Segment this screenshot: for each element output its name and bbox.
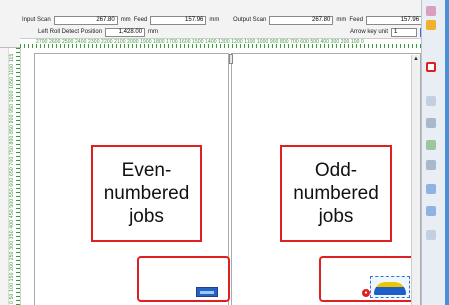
input-size-row: Input Scan 267.80 mm Feed 157.96 mm	[22, 14, 219, 26]
scroll-up-icon[interactable]: ▲	[412, 55, 420, 63]
input-feed-field[interactable]: 157.96	[150, 15, 207, 25]
output-size-row: Output Scan 267.80 mm Feed 157.96 mm	[233, 14, 435, 26]
arrow-key-label: Arrow key unit	[350, 29, 389, 35]
output-scan-unit: mm	[336, 17, 347, 23]
print-icon[interactable]	[426, 96, 436, 106]
vertical-scrollbar[interactable]: ▲	[411, 55, 420, 305]
left-roll-unit: mm	[148, 29, 159, 35]
left-roll-field[interactable]: 1,428.00	[105, 27, 146, 37]
arrow-key-select[interactable]: 1	[391, 27, 418, 37]
input-feed-label: Feed	[133, 17, 148, 23]
output-scan-label: Output Scan	[233, 17, 267, 23]
zoom-tool-icon[interactable]	[426, 62, 436, 72]
input-scan-unit: mm	[120, 17, 131, 23]
layout-tool-icon[interactable]	[426, 140, 436, 150]
odd-label-line-1: Odd-	[314, 160, 358, 181]
rotate-left-icon[interactable]	[426, 184, 436, 194]
even-job-highlight	[137, 256, 230, 302]
even-label-line-1: Even-	[121, 160, 172, 181]
odd-label-line-2: numbered	[293, 183, 379, 204]
input-scan-label: Input Scan	[22, 17, 51, 23]
left-roll-row: Left Roll Detect Position 1,428.00 mm	[38, 27, 158, 37]
output-feed-label: Feed	[349, 17, 364, 23]
even-label-line-2: numbered	[103, 183, 190, 204]
even-jobs-callout: Even- numbered jobs	[91, 145, 202, 242]
horizontal-ruler: 2700 2600 2500 2400 2300 2200 2100 2000 …	[20, 38, 421, 48]
settings-icon[interactable]	[426, 118, 436, 128]
vertical-ruler-ticks	[16, 48, 20, 305]
odd-job-highlight	[319, 256, 415, 302]
output-scan-field[interactable]: 267.80	[269, 15, 334, 25]
grid-tool-icon[interactable]	[426, 230, 436, 240]
vertical-ruler: 0 50 100 150 200 250 300 350 400 450 500…	[9, 48, 21, 305]
left-gutter	[0, 48, 9, 305]
rotate-right-icon[interactable]	[426, 206, 436, 216]
vertical-ruler-labels: 0 50 100 150 200 250 300 350 400 450 500…	[9, 54, 15, 304]
input-feed-unit: mm	[209, 17, 220, 23]
odd-label-line-3: jobs	[318, 206, 354, 227]
left-roll-label: Left Roll Detect Position	[38, 29, 103, 35]
pane-divider-handle[interactable]	[229, 54, 233, 64]
toolbar-edge	[445, 0, 449, 305]
input-scan-field[interactable]: 267.80	[53, 15, 118, 25]
odd-jobs-callout: Odd- numbered jobs	[280, 145, 392, 242]
rotate-tool-icon[interactable]	[426, 20, 436, 30]
layout-settings-bar: Input Scan 267.80 mm Feed 157.96 mm Outp…	[0, 0, 449, 48]
move-tool-icon[interactable]	[426, 6, 436, 16]
output-feed-field[interactable]: 157.96	[366, 15, 423, 25]
right-toolbar	[421, 0, 449, 305]
align-tool-icon[interactable]	[426, 160, 436, 170]
even-label-line-3: jobs	[129, 206, 164, 227]
